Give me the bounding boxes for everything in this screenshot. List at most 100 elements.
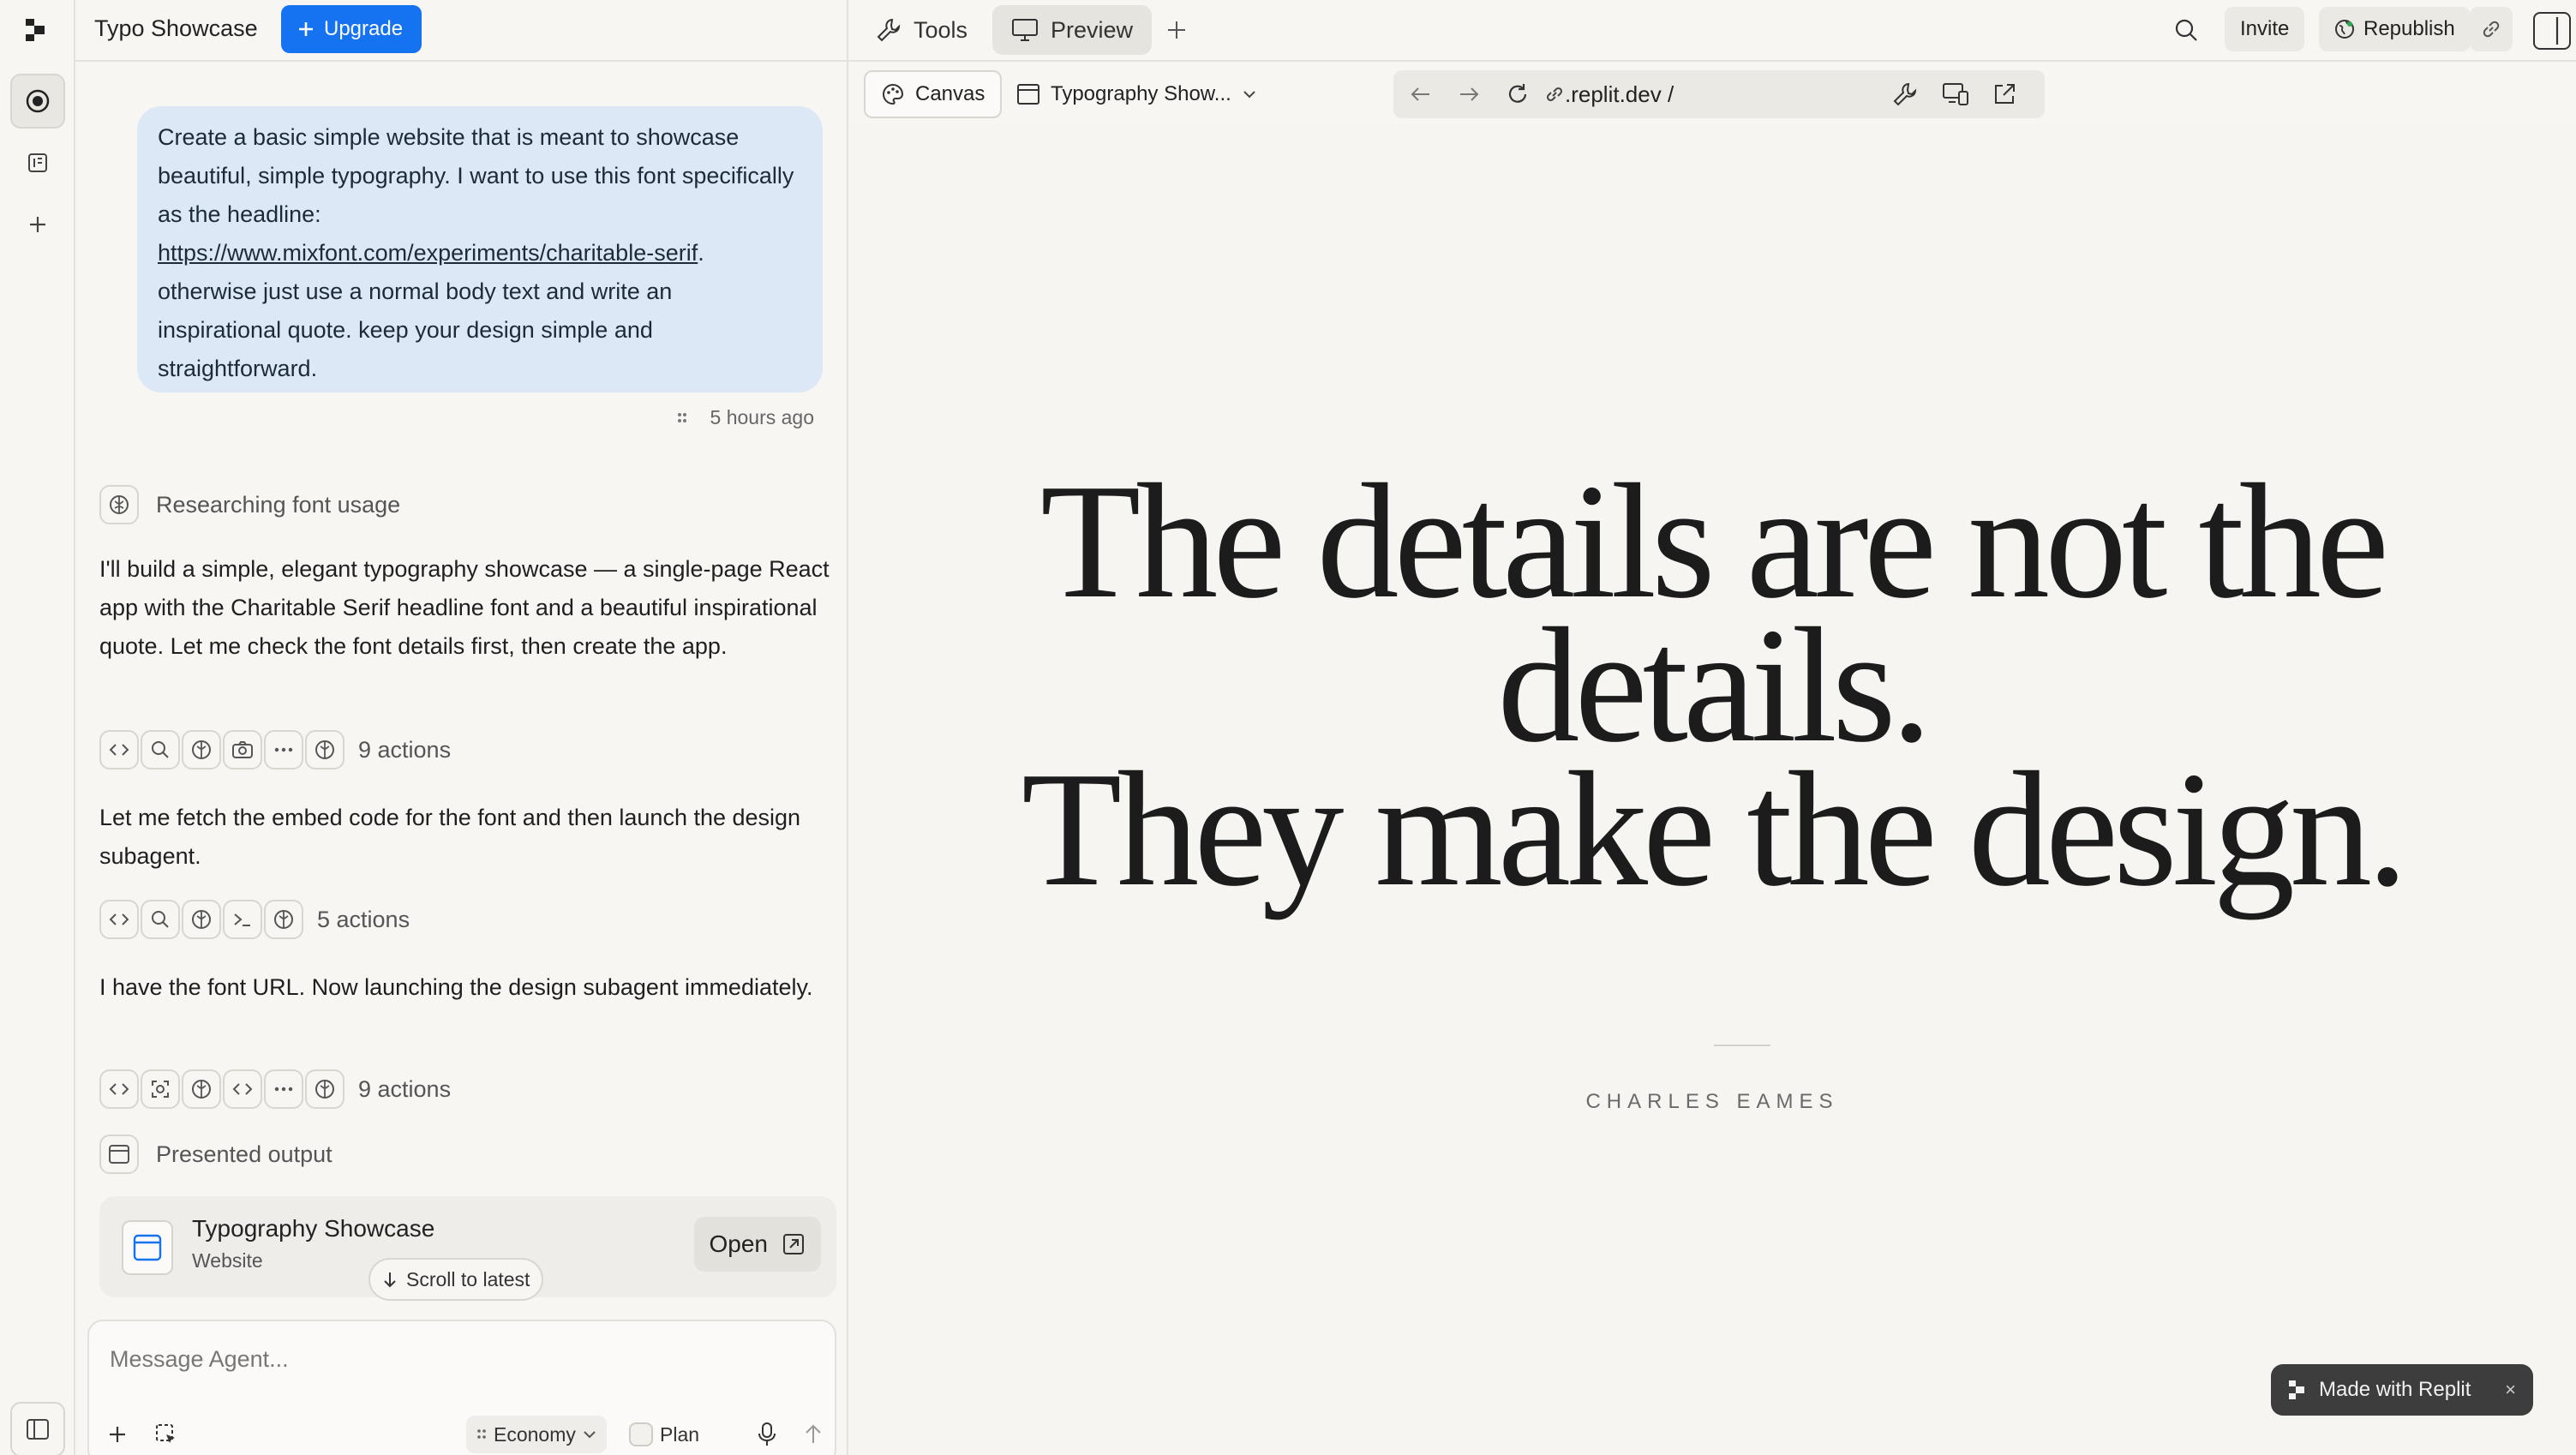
panel-icon [2555, 17, 2559, 45]
upgrade-label: Upgrade [324, 17, 404, 40]
chat-panel: Typo Showcase Upgrade Create a basic sim… [75, 0, 848, 1455]
canvas-button[interactable]: Canvas [864, 70, 1003, 118]
left-rail [0, 0, 75, 1455]
message-composer: Economy Plan [87, 1320, 836, 1455]
microphone-icon [758, 1422, 776, 1446]
quote-author: CHARLES EAMES [1585, 1090, 1839, 1113]
agent-icon [26, 89, 50, 113]
code-icon [99, 1069, 139, 1109]
republish-label: Republish [2363, 17, 2455, 40]
add-tab-button[interactable] [1165, 19, 1188, 41]
url-text[interactable]: .replit.dev / [1565, 81, 1674, 108]
code-icon [99, 900, 139, 939]
brain-icon [305, 730, 344, 769]
files-nav-button[interactable] [10, 135, 65, 190]
devtools-button[interactable] [1892, 81, 1918, 107]
globe-icon [2335, 20, 2354, 39]
upgrade-button[interactable]: Upgrade [281, 5, 422, 53]
open-output-button[interactable]: Open [693, 1217, 821, 1272]
forward-button[interactable] [1457, 82, 1481, 106]
action-group-3[interactable]: 9 actions [99, 1069, 451, 1109]
search-icon [2175, 19, 2197, 41]
economy-label: Economy [494, 1422, 576, 1446]
page-select[interactable]: Typography Show... [1016, 70, 1257, 118]
plan-label: Plan [660, 1422, 700, 1446]
chat-header: Typo Showcase Upgrade [75, 0, 848, 62]
voice-input-button[interactable] [758, 1416, 776, 1453]
toggle-sidebar-button[interactable] [10, 1402, 65, 1455]
republish-button[interactable]: Republish [2319, 7, 2471, 51]
message-input[interactable] [110, 1340, 812, 1378]
presented-output-step[interactable]: Presented output [99, 1135, 332, 1174]
link-icon [1544, 84, 1565, 105]
action-group-2[interactable]: 5 actions [99, 900, 410, 939]
scroll-label: Scroll to latest [406, 1267, 530, 1290]
device-toggle-button[interactable] [1942, 81, 1969, 107]
new-tab-button[interactable] [10, 197, 65, 252]
tab-preview[interactable]: Preview [992, 5, 1153, 55]
action-count: 9 actions [358, 736, 452, 763]
brain-icon [182, 730, 221, 769]
terminal-icon [223, 900, 262, 939]
replit-logo-icon[interactable] [24, 17, 46, 43]
badge-close-button[interactable]: × [2505, 1379, 2516, 1401]
agent-message-3: I have the font URL. Now launching the d… [99, 974, 813, 1000]
drag-handle-icon[interactable] [676, 410, 688, 426]
plus-icon [1168, 21, 1185, 39]
screenshot-icon [141, 1069, 180, 1109]
action-count: 9 actions [358, 1075, 452, 1102]
window-icon [1017, 84, 1039, 105]
made-with-replit-badge[interactable]: Made with Replit × [2271, 1364, 2533, 1416]
url-bar[interactable]: .replit.dev / [1393, 70, 2045, 118]
send-button[interactable] [804, 1416, 823, 1453]
tab-tools[interactable]: Tools [857, 5, 986, 55]
action-group-1[interactable]: 9 actions [99, 730, 451, 769]
window-icon [99, 1135, 139, 1174]
reload-button[interactable] [1505, 81, 1531, 107]
wrench-icon [1893, 82, 1917, 106]
plan-checkbox[interactable] [629, 1422, 653, 1446]
quote-line-2: details. [1497, 594, 1932, 776]
more-icon [264, 1069, 303, 1109]
attach-button[interactable] [106, 1416, 129, 1453]
wrench-icon [877, 18, 901, 42]
plus-icon [30, 217, 45, 232]
message-meta: 5 hours ago [676, 406, 814, 429]
research-step[interactable]: Researching font usage [99, 485, 400, 524]
back-button[interactable] [1409, 82, 1433, 106]
code-icon [223, 1069, 262, 1109]
output-subtitle: Website [192, 1249, 263, 1272]
code-icon [99, 730, 139, 769]
font-link[interactable]: https://www.mixfont.com/experiments/char… [158, 240, 698, 266]
user-message-bubble: Create a basic simple website that is me… [137, 106, 823, 392]
plan-toggle[interactable]: Plan [620, 1416, 708, 1453]
user-message-text: Create a basic simple website that is me… [158, 124, 794, 227]
arrow-down-icon [384, 1272, 396, 1288]
project-title[interactable]: Typo Showcase [94, 15, 258, 42]
sidebar-icon [27, 1419, 49, 1440]
website-icon [122, 1220, 173, 1275]
chevron-down-icon [584, 1431, 596, 1439]
external-link-icon [783, 1234, 804, 1254]
canvas-label: Canvas [915, 82, 985, 105]
search-button[interactable] [2173, 17, 2199, 43]
scroll-to-latest-button[interactable]: Scroll to latest [368, 1258, 544, 1301]
quote-line-1: The details are not the [1040, 450, 2389, 632]
drag-handle-icon [477, 1429, 486, 1439]
plus-icon [299, 22, 313, 36]
brain-icon [305, 1069, 344, 1109]
agent-nav-button[interactable] [10, 74, 65, 129]
economy-mode-select[interactable]: Economy [466, 1416, 607, 1453]
arrow-right-icon [1460, 87, 1479, 101]
research-step-label: Researching font usage [156, 491, 401, 518]
select-element-button[interactable] [154, 1416, 178, 1453]
quote: The details are not the details. They ma… [848, 450, 2576, 912]
copy-link-button[interactable] [2470, 7, 2513, 51]
arrow-left-icon [1411, 87, 1429, 101]
toggle-panel-button[interactable] [2533, 12, 2571, 50]
invite-label: Invite [2240, 17, 2290, 40]
camera-icon [223, 730, 262, 769]
open-new-tab-button[interactable] [1992, 81, 2017, 107]
invite-button[interactable]: Invite [2225, 7, 2305, 51]
more-icon [264, 730, 303, 769]
